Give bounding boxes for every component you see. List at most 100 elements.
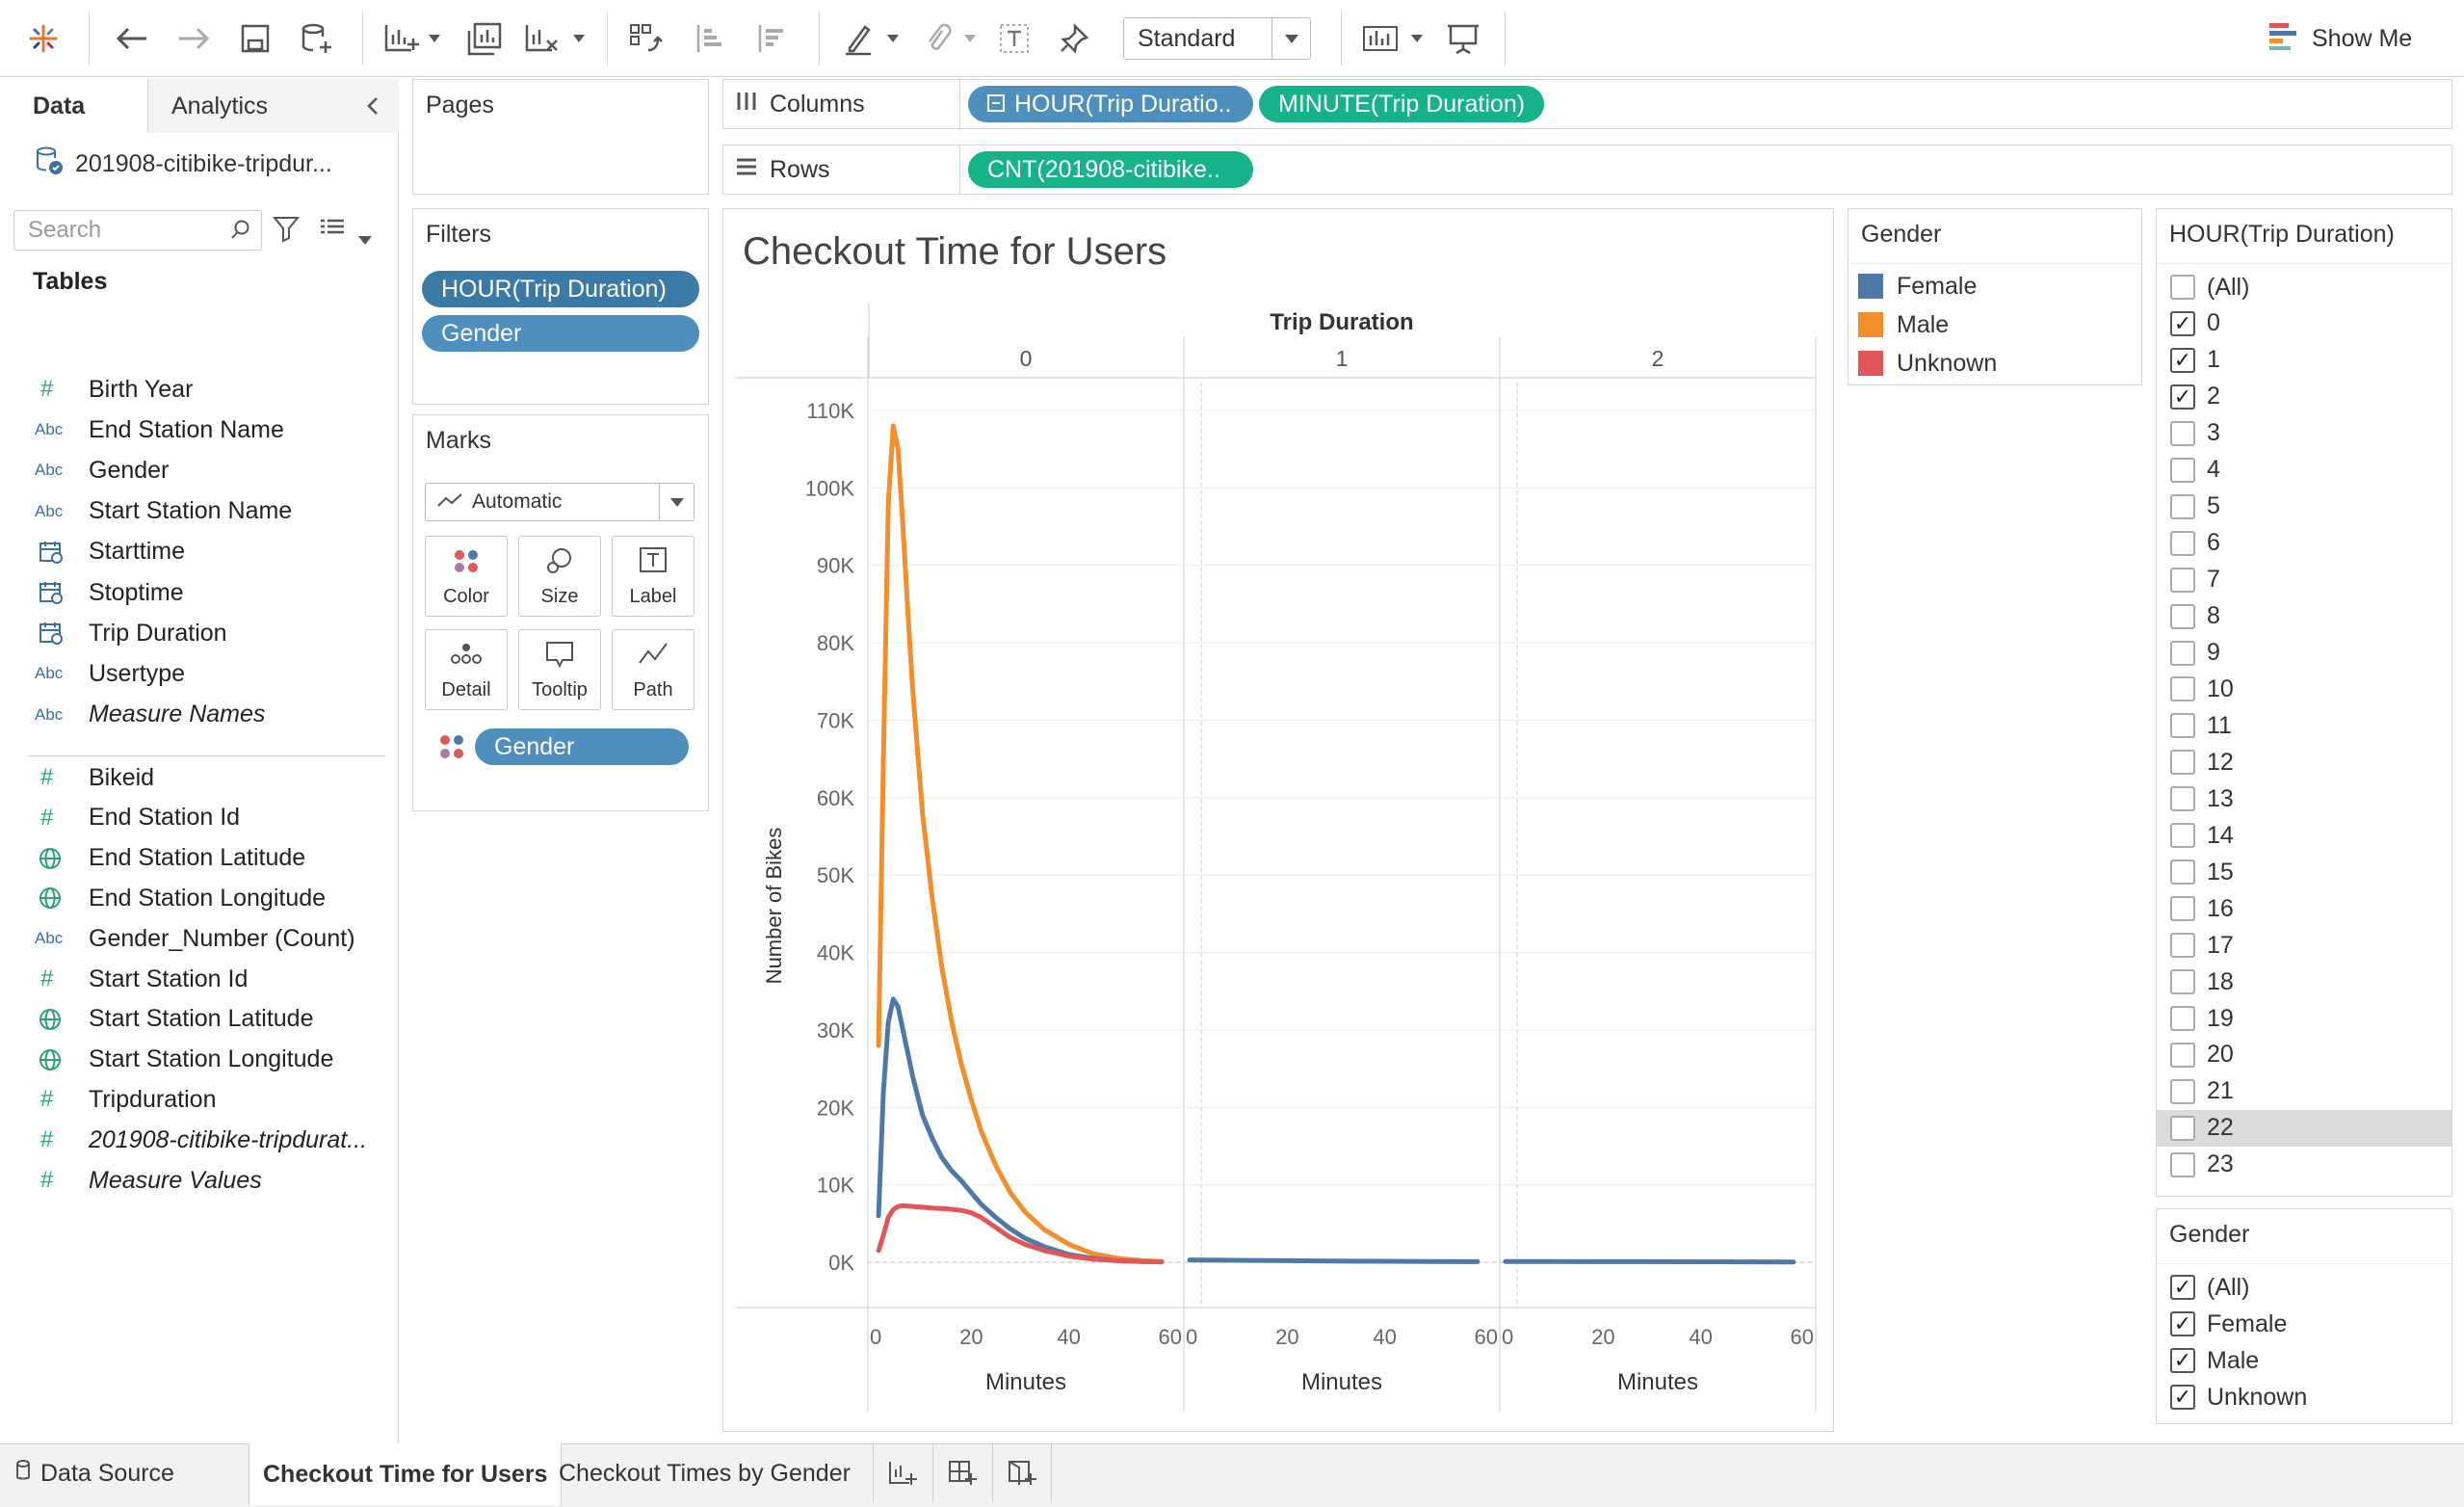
legend-item[interactable]: Unknown: [1858, 346, 1997, 381]
checkbox[interactable]: ✓: [2170, 310, 2195, 336]
tooltip-button[interactable]: Tooltip: [518, 629, 601, 710]
checkbox[interactable]: ✓: [2170, 1275, 2195, 1300]
field-item[interactable]: # Birth Year: [29, 370, 385, 409]
field-item[interactable]: Abc Measure Names: [29, 696, 385, 734]
line-chart[interactable]: Trip Duration0 1 20K10K20K30K40K50K60K70K8…: [723, 209, 1833, 1431]
new-worksheet-tab-icon[interactable]: [873, 1444, 931, 1502]
checkbox[interactable]: [2170, 676, 2195, 702]
filter-checkbox-item[interactable]: ✓ (All): [2157, 1269, 2451, 1306]
filter-checkbox-item[interactable]: ✓ Male: [2157, 1342, 2451, 1379]
filter-checkbox-item[interactable]: 4: [2157, 452, 2451, 489]
checkbox[interactable]: ✓: [2170, 1311, 2195, 1336]
filter-checkbox-item[interactable]: 3: [2157, 415, 2451, 452]
checkbox[interactable]: [2170, 603, 2195, 629]
pages-shelf[interactable]: Pages: [412, 79, 709, 195]
filter-checkbox-item[interactable]: 17: [2157, 927, 2451, 964]
field-item[interactable]: Abc Start Station Name: [29, 492, 385, 531]
checkbox[interactable]: [2170, 640, 2195, 666]
tab-data[interactable]: Data: [0, 79, 148, 133]
search-input[interactable]: Search: [13, 210, 262, 251]
columns-pill-hour[interactable]: HOUR(Trip Duratio..: [968, 86, 1253, 122]
checkbox[interactable]: [2170, 420, 2195, 446]
filter-pill-gender[interactable]: Gender: [422, 315, 699, 352]
label-button[interactable]: Label: [612, 536, 695, 617]
filter-checkbox-item[interactable]: 20: [2157, 1037, 2451, 1073]
path-button[interactable]: Path: [612, 629, 695, 710]
tab-data-source[interactable]: Data Source: [0, 1444, 188, 1502]
field-item[interactable]: # Start Station Id: [29, 960, 385, 998]
field-item[interactable]: Start Station Longitude: [29, 1041, 385, 1079]
filter-checkbox-item[interactable]: 18: [2157, 964, 2451, 1000]
rows-pill-count[interactable]: CNT(201908-citibike..: [968, 151, 1253, 188]
fit-select[interactable]: Standard: [1123, 17, 1311, 60]
tab-checkout-times-by-gender[interactable]: Checkout Times by Gender: [545, 1444, 864, 1502]
presentation-mode-icon[interactable]: [1439, 15, 1487, 62]
field-item[interactable]: # End Station Id: [29, 799, 385, 837]
size-button[interactable]: Size: [518, 536, 601, 617]
filter-checkbox-item[interactable]: 7: [2157, 562, 2451, 598]
filter-checkbox-item[interactable]: ✓ 0: [2157, 305, 2451, 342]
new-story-tab-icon[interactable]: [992, 1444, 1052, 1502]
checkbox[interactable]: ✓: [2170, 1385, 2195, 1410]
checkbox[interactable]: [2170, 275, 2195, 300]
field-item[interactable]: End Station Longitude: [29, 879, 385, 917]
clear-sheet-dropdown-icon[interactable]: [566, 15, 591, 62]
checkbox[interactable]: [2170, 1042, 2195, 1068]
field-item[interactable]: End Station Latitude: [29, 839, 385, 878]
sort-descending-icon[interactable]: [747, 15, 796, 62]
filter-checkbox-item[interactable]: 10: [2157, 671, 2451, 707]
mark-type-select[interactable]: Automatic: [425, 483, 695, 521]
filter-checkbox-item[interactable]: 6: [2157, 525, 2451, 562]
field-item[interactable]: Abc End Station Name: [29, 410, 385, 449]
fix-axes-pin-icon[interactable]: [1050, 15, 1098, 62]
filter-fields-icon[interactable]: [272, 214, 301, 250]
checkbox[interactable]: [2170, 493, 2195, 519]
undo-icon[interactable]: [108, 15, 156, 62]
series-line-female[interactable]: [876, 996, 1165, 1265]
new-datasource-icon[interactable]: [293, 15, 341, 62]
collapse-pane-icon[interactable]: [366, 79, 395, 133]
redo-icon[interactable]: [170, 15, 218, 62]
filter-checkbox-item[interactable]: 23: [2157, 1147, 2451, 1183]
show-me-button[interactable]: Show Me: [2269, 19, 2412, 58]
legend-item[interactable]: Female: [1858, 269, 1977, 304]
field-item[interactable]: Starttime: [29, 533, 385, 571]
tableau-logo-icon[interactable]: [19, 15, 67, 62]
tab-analytics[interactable]: Analytics: [148, 79, 399, 133]
view-options-dropdown-icon[interactable]: [358, 224, 372, 251]
checkbox[interactable]: [2170, 713, 2195, 739]
series-line-male[interactable]: [1503, 1258, 1796, 1265]
group-members-icon[interactable]: [913, 15, 961, 62]
checkbox[interactable]: [2170, 567, 2195, 593]
filter-checkbox-item[interactable]: 8: [2157, 598, 2451, 635]
checkbox[interactable]: [2170, 933, 2195, 959]
filter-checkbox-item[interactable]: ✓ Unknown: [2157, 1379, 2451, 1415]
new-worksheet-icon[interactable]: [378, 15, 426, 62]
filter-checkbox-item[interactable]: 21: [2157, 1073, 2451, 1110]
checkbox[interactable]: [2170, 457, 2195, 483]
filter-checkbox-item[interactable]: ✓ 1: [2157, 342, 2451, 379]
filter-checkbox-item[interactable]: 12: [2157, 744, 2451, 780]
checkbox[interactable]: [2170, 1115, 2195, 1141]
checkbox[interactable]: [2170, 896, 2195, 922]
swap-rows-columns-icon[interactable]: [622, 15, 670, 62]
filter-checkbox-item[interactable]: ✓ 2: [2157, 379, 2451, 415]
filter-checkbox-item[interactable]: 16: [2157, 890, 2451, 927]
checkbox[interactable]: ✓: [2170, 383, 2195, 410]
field-item[interactable]: Trip Duration: [29, 614, 385, 652]
filter-checkbox-item[interactable]: 22: [2157, 1109, 2451, 1147]
filter-checkbox-item[interactable]: 15: [2157, 854, 2451, 890]
show-mark-labels-icon[interactable]: [990, 15, 1038, 62]
checkbox[interactable]: ✓: [2170, 1348, 2195, 1373]
checkbox[interactable]: [2170, 969, 2195, 995]
field-item[interactable]: # Bikeid: [29, 758, 385, 797]
filter-checkbox-item[interactable]: 5: [2157, 489, 2451, 525]
filter-checkbox-item[interactable]: 13: [2157, 780, 2451, 817]
checkbox[interactable]: [2170, 1006, 2195, 1031]
field-item[interactable]: # Measure Values: [29, 1161, 385, 1200]
series-line-male[interactable]: [1187, 1257, 1481, 1264]
field-item[interactable]: # Tripduration: [29, 1080, 385, 1119]
checkbox[interactable]: [2170, 786, 2195, 812]
checkbox[interactable]: [2170, 1078, 2195, 1104]
save-icon[interactable]: [231, 15, 279, 62]
